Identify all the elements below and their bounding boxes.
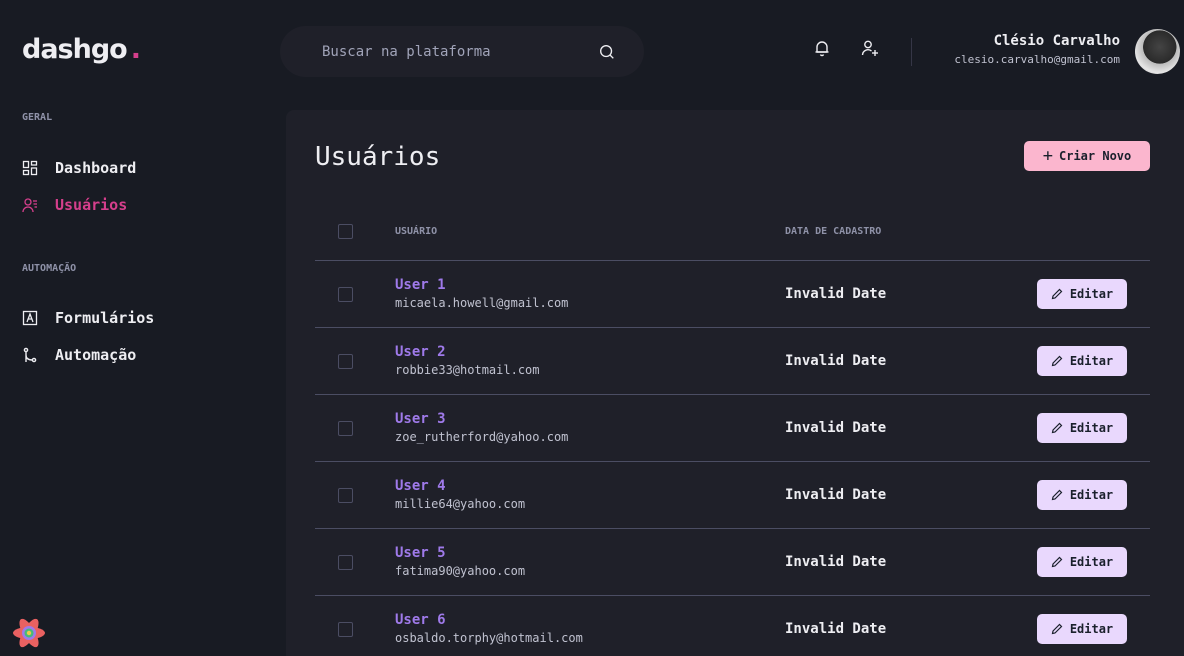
git-merge-icon — [22, 347, 38, 363]
sidebar-item-automacao[interactable]: Automação — [22, 346, 136, 364]
edit-button[interactable]: Editar — [1037, 413, 1127, 443]
pencil-icon — [1051, 623, 1063, 635]
create-user-button[interactable]: + Criar Novo — [1024, 141, 1150, 171]
user-email: zoe_rutherford@yahoo.com — [395, 430, 569, 444]
brand-dot: . — [130, 34, 141, 65]
user-name-link[interactable]: User 3 — [395, 411, 446, 427]
table-row: User 5 fatima90@yahoo.com Invalid Date E… — [286, 529, 1184, 595]
table-row: User 3 zoe_rutherford@yahoo.com Invalid … — [286, 395, 1184, 461]
user-email: micaela.howell@gmail.com — [395, 296, 569, 310]
dashboard-icon — [22, 160, 38, 176]
user-name-link[interactable]: User 6 — [395, 612, 446, 628]
edit-label: Editar — [1069, 555, 1114, 569]
pencil-icon — [1051, 422, 1063, 434]
user-name-link[interactable]: User 4 — [395, 478, 446, 494]
user-name-link[interactable]: User 5 — [395, 545, 446, 561]
sidebar-item-label: Formulários — [55, 309, 155, 327]
pencil-icon — [1051, 556, 1063, 568]
sidebar-item-dashboard[interactable]: Dashboard — [22, 159, 136, 177]
edit-button[interactable]: Editar — [1037, 547, 1127, 577]
column-header-date: DATA DE CADASTRO — [785, 226, 882, 237]
page-title: Usuários — [315, 142, 441, 172]
sidebar-section-title: GERAL — [22, 112, 53, 123]
registration-date: Invalid Date — [785, 286, 887, 302]
edit-label: Editar — [1069, 488, 1114, 502]
edit-button[interactable]: Editar — [1037, 614, 1127, 644]
column-header-user: USUÁRIO — [395, 226, 438, 237]
edit-button[interactable]: Editar — [1037, 346, 1127, 376]
registration-date: Invalid Date — [785, 554, 887, 570]
brand-name: dashgo — [22, 34, 128, 65]
header-divider — [911, 38, 912, 66]
user-email: osbaldo.torphy@hotmail.com — [395, 631, 583, 645]
user-email: fatima90@yahoo.com — [395, 564, 526, 578]
edit-label: Editar — [1069, 421, 1114, 435]
header-actions — [812, 38, 880, 58]
main-panel: Usuários + Criar Novo USUÁRIO DATA DE CA… — [286, 110, 1184, 656]
edit-button[interactable]: Editar — [1037, 279, 1127, 309]
sidebar-item-label: Usuários — [55, 196, 128, 214]
form-icon — [22, 310, 38, 326]
brand-logo: dashgo. — [22, 34, 141, 65]
row-checkbox[interactable] — [338, 488, 353, 503]
row-checkbox[interactable] — [338, 421, 353, 436]
bell-icon[interactable] — [812, 38, 832, 58]
plus-icon: + — [1042, 145, 1053, 166]
registration-date: Invalid Date — [785, 487, 887, 503]
row-checkbox[interactable] — [338, 555, 353, 570]
edit-label: Editar — [1069, 287, 1114, 301]
users-icon — [22, 197, 38, 213]
user-name: Clésio Carvalho — [993, 33, 1120, 49]
pencil-icon — [1051, 489, 1063, 501]
table-row: User 1 micaela.howell@gmail.com Invalid … — [286, 261, 1184, 327]
row-checkbox[interactable] — [338, 622, 353, 637]
select-all-checkbox[interactable] — [338, 224, 353, 239]
table-row: User 4 millie64@yahoo.com Invalid Date E… — [286, 462, 1184, 528]
user-email: robbie33@hotmail.com — [395, 363, 540, 377]
registration-date: Invalid Date — [785, 353, 887, 369]
user-add-icon[interactable] — [860, 38, 880, 58]
search-bar[interactable] — [280, 26, 644, 77]
avatar[interactable] — [1135, 29, 1180, 74]
edit-button[interactable]: Editar — [1037, 480, 1127, 510]
sidebar-item-formularios[interactable]: Formulários — [22, 309, 154, 327]
sidebar-item-label: Dashboard — [55, 159, 137, 177]
registration-date: Invalid Date — [785, 621, 887, 637]
search-input[interactable] — [322, 43, 598, 60]
sidebar-item-users[interactable]: Usuários — [22, 196, 127, 214]
user-name-link[interactable]: User 1 — [395, 277, 446, 293]
user-email: millie64@yahoo.com — [395, 497, 526, 511]
table-row: User 2 robbie33@hotmail.com Invalid Date… — [286, 328, 1184, 394]
row-checkbox[interactable] — [338, 287, 353, 302]
row-checkbox[interactable] — [338, 354, 353, 369]
registration-date: Invalid Date — [785, 420, 887, 436]
user-name-link[interactable]: User 2 — [395, 344, 446, 360]
table-row: User 6 osbaldo.torphy@hotmail.com Invali… — [286, 596, 1184, 656]
user-profile[interactable]: Clésio Carvalho clesio.carvalho@gmail.co… — [954, 33, 1120, 66]
user-email: clesio.carvalho@gmail.com — [954, 53, 1120, 66]
sidebar-item-label: Automação — [55, 346, 137, 364]
create-label: Criar Novo — [1059, 149, 1132, 163]
edit-label: Editar — [1069, 622, 1114, 636]
pencil-icon — [1051, 355, 1063, 367]
sidebar-section-title: AUTOMAÇÃO — [22, 263, 77, 274]
search-icon[interactable] — [598, 43, 616, 61]
edit-label: Editar — [1069, 354, 1114, 368]
react-logo-icon — [10, 614, 48, 652]
pencil-icon — [1051, 288, 1063, 300]
